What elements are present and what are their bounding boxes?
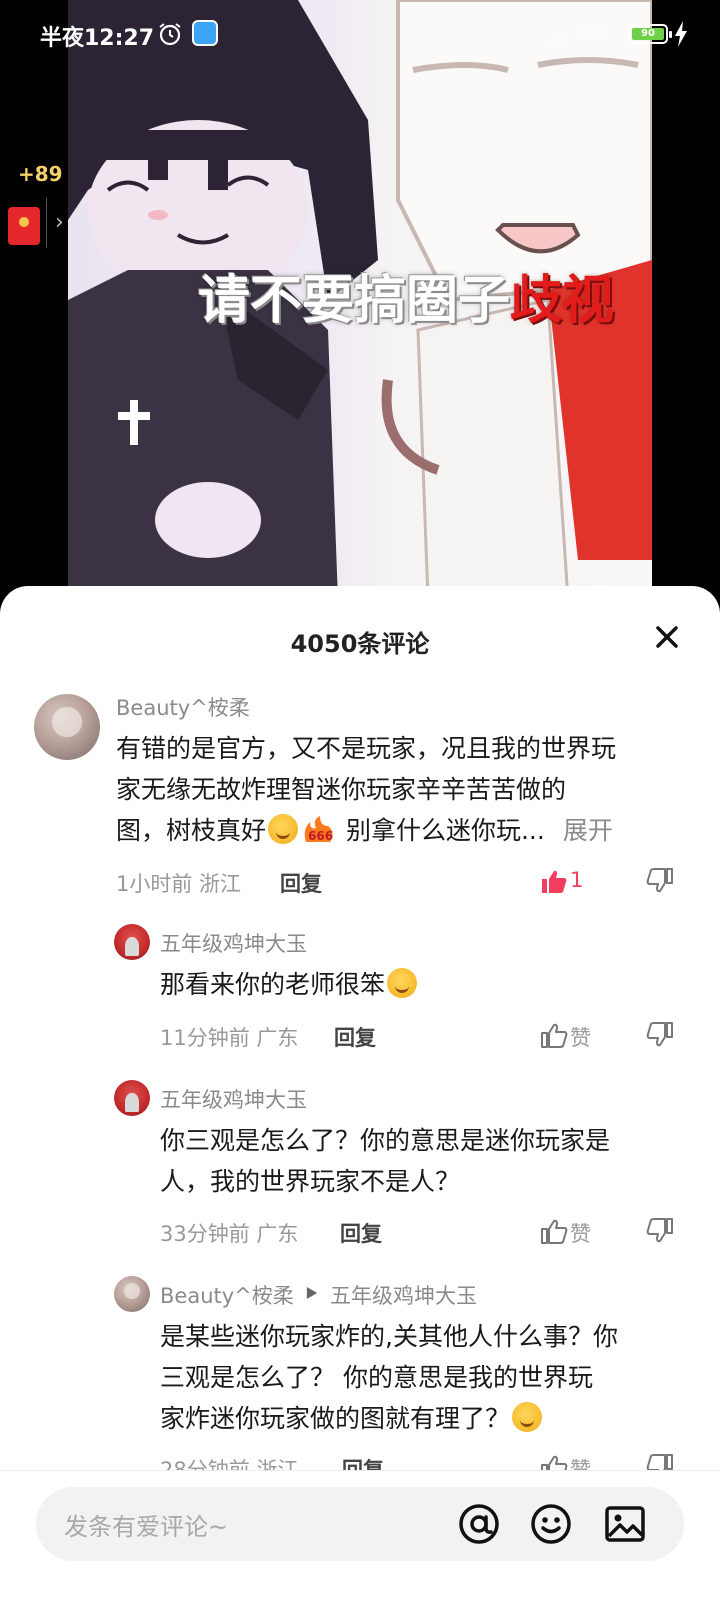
avatar[interactable] — [114, 1080, 150, 1116]
thumbs-down-icon[interactable] — [646, 1022, 674, 1048]
smiling-face-emoji-icon — [268, 814, 299, 844]
comment-input-bar: 发条有爱评论~ — [0, 1470, 720, 1600]
video-player[interactable]: 半夜12:27 90 +89 › 请不要搞圈子歧视 — [0, 0, 720, 600]
comment-text-line: 图，树枝真好 666 别拿什么迷你玩... 展开 — [116, 810, 686, 851]
battery-level: 90 — [632, 28, 664, 40]
emoji-icon[interactable] — [530, 1503, 572, 1545]
video-caption-red: 歧视 — [510, 271, 615, 331]
fire-666-emoji-icon: 666 — [304, 816, 333, 843]
comment-username[interactable]: 五年级鸡坤大玉 — [160, 1084, 307, 1114]
charging-icon — [675, 21, 687, 47]
reward-count: +89 — [18, 162, 63, 186]
thumbs-up-icon[interactable] — [540, 868, 568, 894]
comment-text-line: 家炸迷你玩家做的图就有理了？ — [160, 1398, 690, 1439]
thumbs-up-icon[interactable] — [540, 1218, 568, 1244]
smiling-face-emoji-icon — [387, 968, 418, 998]
thumbs-up-icon[interactable] — [540, 1022, 568, 1048]
comment-text: 那看来你的老师很笨 — [160, 964, 680, 1005]
comment-username[interactable]: Beauty^桉柔 — [160, 1280, 294, 1310]
thumbs-down-icon[interactable] — [646, 1218, 674, 1244]
comment-meta: 1小时前 浙江 — [116, 872, 242, 896]
red-envelope-icon[interactable] — [8, 207, 40, 245]
image-icon[interactable] — [604, 1503, 646, 1545]
comment-text-fragment: 那看来你的老师很笨 — [160, 970, 386, 999]
avatar[interactable] — [34, 694, 100, 760]
comment-text-fragment: 别拿什么迷你玩... — [338, 816, 545, 845]
reply-target-username[interactable]: 五年级鸡坤大玉 — [330, 1280, 477, 1310]
signal-icon — [548, 27, 608, 45]
reply-button[interactable]: 回复 — [340, 1218, 382, 1248]
comment-text: 有错的是官方，又不是玩家，况且我的世界玩 家无缘无故炸理智迷你玩家辛辛苦苦做的 … — [116, 728, 686, 851]
comment-count-title: 4050条评论 — [290, 630, 430, 658]
status-bar: 半夜12:27 90 — [0, 0, 720, 70]
app-notification-icon — [192, 20, 218, 46]
comment-text-line: 你三观是怎么了？你的意思是迷你玩家是 — [160, 1126, 611, 1155]
reply-arrow-icon — [306, 1287, 318, 1299]
like-label[interactable]: 赞 — [570, 1218, 591, 1248]
comment-username[interactable]: Beauty^桉柔 — [116, 692, 250, 722]
comment-text-line: 人，我的世界玩家不是人？ — [160, 1167, 461, 1196]
comment-username[interactable]: 五年级鸡坤大玉 — [160, 928, 307, 958]
status-time: 半夜12:27 — [40, 26, 155, 51]
comment-text-line: 有错的是官方，又不是玩家，况且我的世界玩 — [116, 734, 617, 763]
like-count: 1 — [570, 868, 584, 892]
alarm-icon — [159, 23, 181, 46]
like-label[interactable]: 赞 — [570, 1022, 591, 1052]
chevron-right-icon[interactable]: › — [46, 198, 66, 248]
comment-text-line: 是某些迷你玩家炸的,关其他人什么事？你 — [160, 1322, 618, 1351]
comment-meta: 11分钟前 广东 — [160, 1026, 299, 1050]
expand-link[interactable]: 展开 — [563, 816, 613, 845]
svg-text:666: 666 — [308, 829, 333, 843]
smiling-face-emoji-icon — [512, 1402, 543, 1432]
reply-button[interactable]: 回复 — [334, 1022, 376, 1052]
at-icon[interactable] — [458, 1503, 500, 1545]
avatar[interactable] — [114, 1276, 150, 1312]
avatar[interactable] — [114, 924, 150, 960]
comment-text-line: 三观是怎么了？ 你的意思是我的世界玩 — [160, 1363, 593, 1392]
comment-text: 你三观是怎么了？你的意思是迷你玩家是 人，我的世界玩家不是人？ — [160, 1120, 680, 1202]
comment-sheet: 4050条评论 Beauty^桉柔 有错的是官方，又不是玩家，况且我的世界玩 家… — [0, 586, 720, 1600]
comment-text-line: 家无缘无故炸理智迷你玩家辛辛苦苦做的 — [116, 775, 567, 804]
comment-text: 是某些迷你玩家炸的,关其他人什么事？你 三观是怎么了？ 你的意思是我的世界玩 家… — [160, 1316, 690, 1439]
comment-meta: 33分钟前 广东 — [160, 1222, 299, 1246]
reply-button[interactable]: 回复 — [280, 868, 322, 898]
battery-icon: 90 — [628, 24, 672, 44]
video-caption: 请不要搞圈子歧视 — [198, 258, 614, 333]
video-caption-white: 请不要搞圈子 — [198, 271, 511, 331]
comment-text-fragment: 图，树枝真好 — [116, 816, 267, 845]
comment-text-fragment: 家炸迷你玩家做的图就有理了？ — [160, 1404, 511, 1433]
comment-input-placeholder[interactable]: 发条有爱评论~ — [64, 1507, 228, 1542]
thumbs-down-icon[interactable] — [646, 868, 674, 894]
close-icon[interactable] — [652, 622, 682, 652]
